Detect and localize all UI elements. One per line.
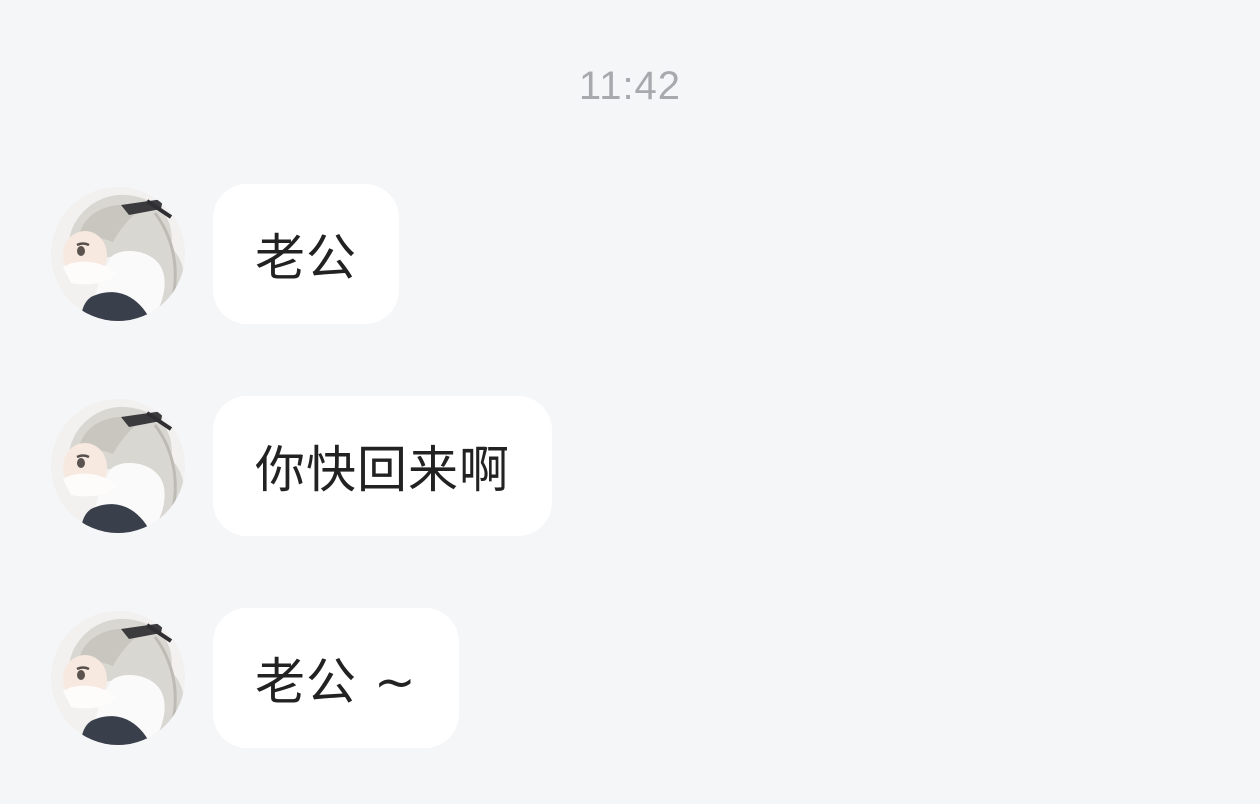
message-bubble[interactable]: 你快回来啊 [213,396,552,536]
anime-girl-avatar-icon [51,187,185,321]
anime-girl-avatar-icon [51,399,185,533]
message-row: 你快回来啊 [51,396,552,536]
anime-girl-avatar-icon [51,611,185,745]
message-timestamp: 11:42 [578,64,682,108]
message-row: 老公 ~ [51,608,459,748]
contact-avatar[interactable] [51,611,185,745]
message-bubble[interactable]: 老公 ~ [213,608,459,748]
contact-avatar[interactable] [51,399,185,533]
message-row: 老公 [51,184,399,324]
message-bubble[interactable]: 老公 [213,184,399,324]
contact-avatar[interactable] [51,187,185,321]
